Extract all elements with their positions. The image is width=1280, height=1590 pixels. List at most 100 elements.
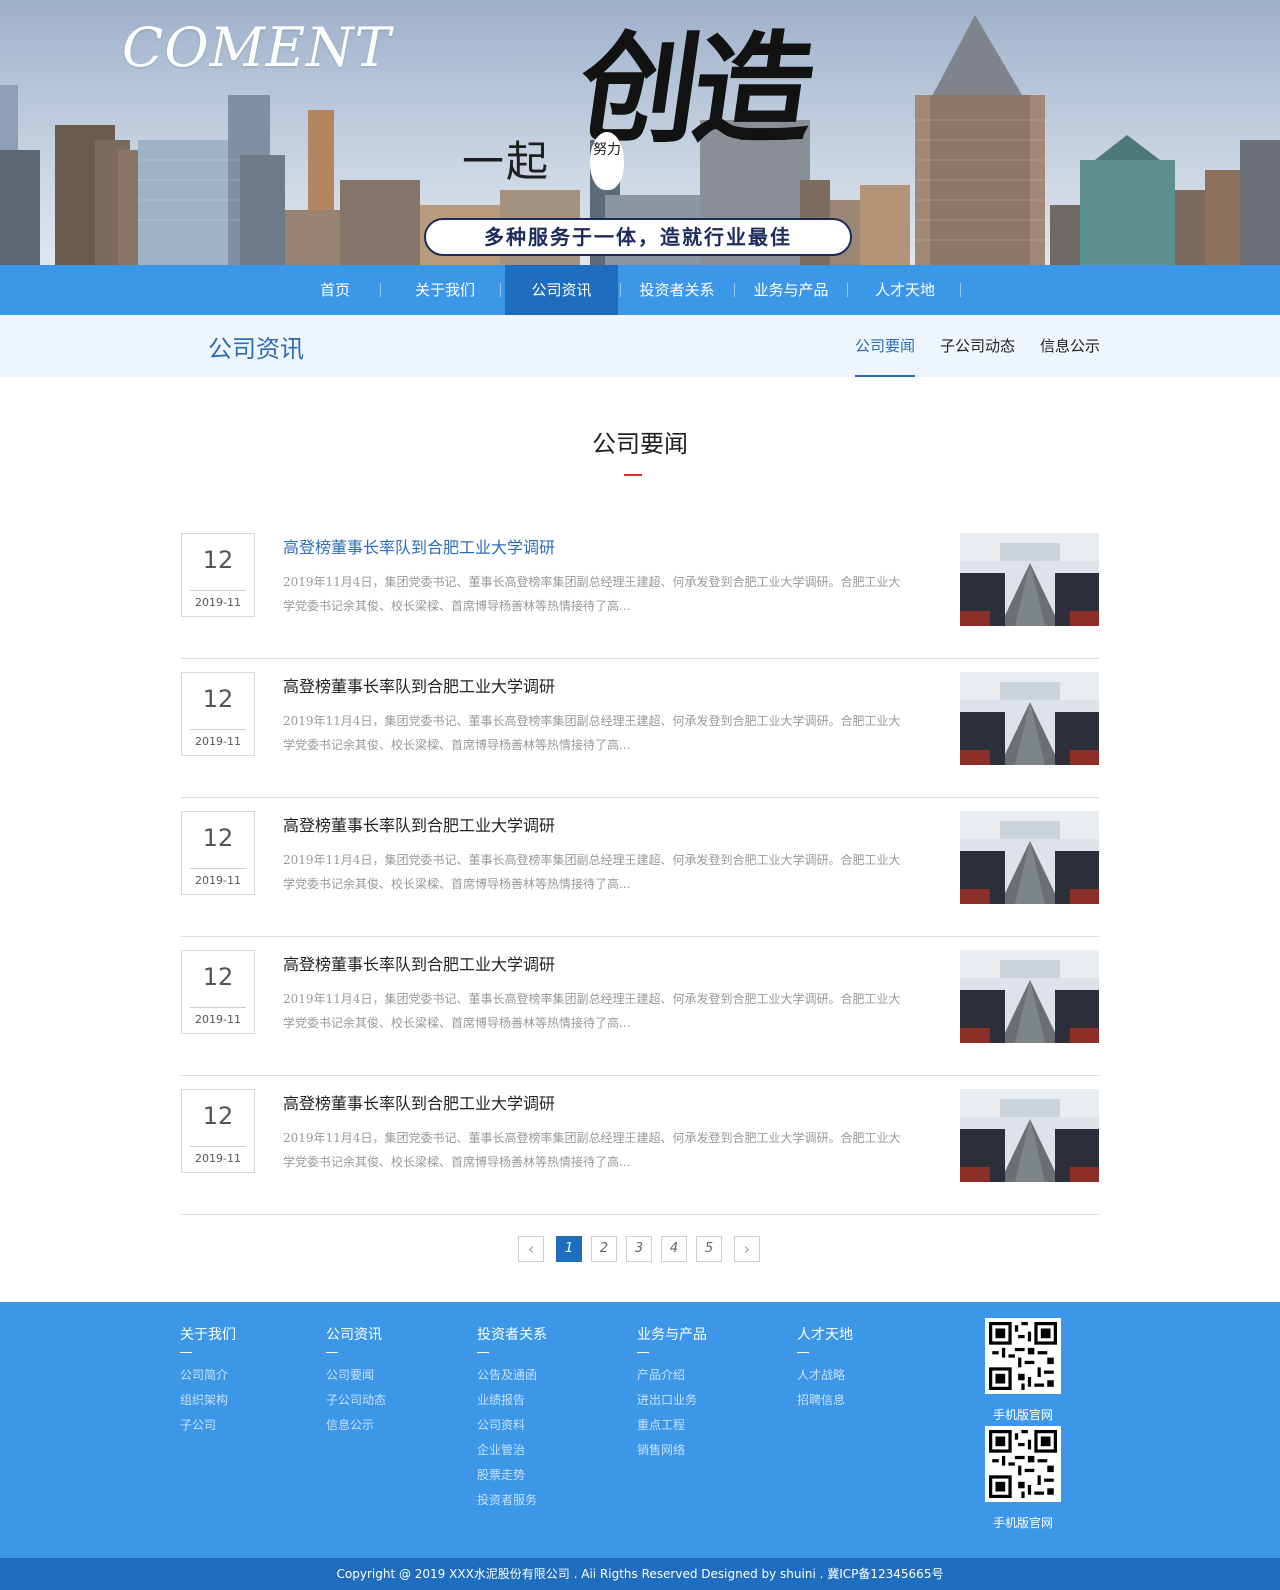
- date-box: 12 2019-11: [181, 533, 255, 617]
- news-summary: 2019年11月4日，集团党委书记、董事长高登榜率集团副总经理王建超、何承发登到…: [283, 853, 901, 891]
- date-year-month: 2019-11: [195, 596, 241, 609]
- sub-header: 公司资讯 公司要闻 子公司动态 信息公示: [0, 315, 1280, 377]
- news-thumbnail-image[interactable]: [960, 533, 1099, 626]
- news-item[interactable]: 12 2019-11 高登榜董事长率队到合肥工业大学调研 2019年11月4日，…: [181, 1076, 1099, 1215]
- news-thumbnail-image[interactable]: [960, 672, 1099, 765]
- footer-column-heading: 业务与产品: [637, 1327, 707, 1343]
- date-box: 12 2019-11: [181, 1089, 255, 1173]
- pagination-page-button[interactable]: 2: [591, 1236, 617, 1262]
- slogan-effort-badge: 努力: [590, 132, 624, 190]
- footer-link[interactable]: 重点工程: [637, 1413, 707, 1438]
- news-item[interactable]: 12 2019-11 高登榜董事长率队到合肥工业大学调研 2019年11月4日，…: [181, 520, 1099, 659]
- footer-link[interactable]: 信息公示: [326, 1413, 386, 1438]
- footer-link[interactable]: 子公司: [180, 1413, 236, 1438]
- pagination-page-button[interactable]: 4: [661, 1236, 687, 1262]
- pagination-prev-button[interactable]: ‹: [518, 1236, 544, 1262]
- footer-heading-rule: [477, 1352, 489, 1353]
- page-title: 公司资讯: [208, 335, 304, 363]
- news-title-link[interactable]: 高登榜董事长率队到合肥工业大学调研: [283, 812, 555, 836]
- date-divider: [190, 590, 246, 591]
- tab-subsidiary-news[interactable]: 子公司动态: [940, 315, 1015, 377]
- date-box: 12 2019-11: [181, 672, 255, 756]
- nav-divider: [380, 283, 381, 297]
- date-day: 12: [202, 1102, 234, 1130]
- date-divider: [190, 1007, 246, 1008]
- footer-link[interactable]: 企业管治: [477, 1438, 547, 1463]
- news-item[interactable]: 12 2019-11 高登榜董事长率队到合肥工业大学调研 2019年11月4日，…: [181, 937, 1099, 1076]
- nav-item-news[interactable]: 公司资讯: [505, 265, 618, 315]
- date-box: 12 2019-11: [181, 950, 255, 1034]
- qr-code-icon: [985, 1426, 1061, 1502]
- brand-logo-text: COMENT: [122, 16, 392, 79]
- footer-link[interactable]: 公司要闻: [326, 1363, 386, 1388]
- news-title-link[interactable]: 高登榜董事长率队到合肥工业大学调研: [283, 673, 555, 697]
- date-year-month: 2019-11: [195, 1152, 241, 1165]
- pagination-page-button[interactable]: 3: [626, 1236, 652, 1262]
- footer-column-about: 关于我们 公司简介 组织架构 子公司: [180, 1326, 236, 1438]
- news-item[interactable]: 12 2019-11 高登榜董事长率队到合肥工业大学调研 2019年11月4日，…: [181, 798, 1099, 937]
- footer-link[interactable]: 公告及通函: [477, 1363, 547, 1388]
- news-list: 12 2019-11 高登榜董事长率队到合肥工业大学调研 2019年11月4日，…: [181, 520, 1099, 1215]
- nav-divider: [620, 283, 621, 297]
- date-day: 12: [202, 824, 234, 852]
- slogan-together: 一起: [462, 137, 551, 186]
- footer-heading-rule: [797, 1352, 809, 1353]
- pagination-page-button[interactable]: 5: [696, 1236, 722, 1262]
- footer-column-talent: 人才天地 人才战略 招聘信息: [797, 1326, 853, 1413]
- qr-code-label: 手机版官网: [992, 1408, 1053, 1422]
- date-day: 12: [202, 546, 234, 574]
- footer-link[interactable]: 投资者服务: [477, 1488, 547, 1513]
- qr-code-label: 手机版官网: [992, 1516, 1053, 1530]
- footer-link[interactable]: 进出口业务: [637, 1388, 707, 1413]
- nav-item-business[interactable]: 业务与产品: [736, 265, 846, 315]
- date-day: 12: [202, 963, 234, 991]
- footer-link[interactable]: 公司简介: [180, 1363, 236, 1388]
- footer-column-heading: 投资者关系: [477, 1327, 547, 1343]
- news-summary: 2019年11月4日，集团党委书记、董事长高登榜率集团副总经理王建超、何承发登到…: [283, 575, 901, 613]
- footer-column-heading: 公司资讯: [326, 1327, 382, 1343]
- footer-link[interactable]: 招聘信息: [797, 1388, 853, 1413]
- news-summary: 2019年11月4日，集团党委书记、董事长高登榜率集团副总经理王建超、何承发登到…: [283, 1131, 901, 1169]
- copyright-bar: Copyright @ 2019 XXX水泥股份有限公司 . Aii Rigth…: [0, 1558, 1280, 1590]
- tab-info-disclosure[interactable]: 信息公示: [1040, 315, 1100, 377]
- pagination-next-button[interactable]: ›: [734, 1236, 760, 1262]
- news-item[interactable]: 12 2019-11 高登榜董事长率队到合肥工业大学调研 2019年11月4日，…: [181, 659, 1099, 798]
- footer-heading-rule: [326, 1352, 338, 1353]
- nav-item-talent[interactable]: 人才天地: [850, 265, 960, 315]
- date-year-month: 2019-11: [195, 874, 241, 887]
- footer-link[interactable]: 组织架构: [180, 1388, 236, 1413]
- pagination-page-button[interactable]: 1: [556, 1236, 582, 1262]
- footer-column-heading: 关于我们: [180, 1327, 236, 1343]
- news-title-link[interactable]: 高登榜董事长率队到合肥工业大学调研: [283, 951, 555, 975]
- date-divider: [190, 868, 246, 869]
- footer-link[interactable]: 人才战略: [797, 1363, 853, 1388]
- nav-item-about[interactable]: 关于我们: [390, 265, 500, 315]
- banner-tagline: 多种服务于一体，造就行业最佳: [424, 218, 852, 256]
- footer-link[interactable]: 公司资料: [477, 1413, 547, 1438]
- header-banner: Allianz COMENT 一起 创造 努力 多种服务于一体，造就行业最佳: [0, 0, 1280, 265]
- footer-link[interactable]: 产品介绍: [637, 1363, 707, 1388]
- news-thumbnail-image[interactable]: [960, 1089, 1099, 1182]
- nav-item-investor[interactable]: 投资者关系: [622, 265, 732, 315]
- nav-divider: [500, 283, 501, 297]
- news-title-link[interactable]: 高登榜董事长率队到合肥工业大学调研: [283, 534, 555, 558]
- footer-link[interactable]: 股票走势: [477, 1463, 547, 1488]
- main-nav: 首页 关于我们 公司资讯 投资者关系 业务与产品 人才天地: [0, 265, 1280, 315]
- date-day: 12: [202, 685, 234, 713]
- qr-code-icon: [985, 1318, 1061, 1394]
- date-divider: [190, 1146, 246, 1147]
- nav-item-home[interactable]: 首页: [290, 265, 380, 315]
- footer-column-news: 公司资讯 公司要闻 子公司动态 信息公示: [326, 1326, 386, 1438]
- news-title-link[interactable]: 高登榜董事长率队到合肥工业大学调研: [283, 1090, 555, 1114]
- footer-column-investor: 投资者关系 公告及通函 业绩报告 公司资料 企业管治 股票走势 投资者服务: [477, 1326, 547, 1513]
- nav-divider: [960, 283, 961, 297]
- footer-link[interactable]: 业绩报告: [477, 1388, 547, 1413]
- footer-link[interactable]: 销售网络: [637, 1438, 707, 1463]
- footer-link[interactable]: 子公司动态: [326, 1388, 386, 1413]
- footer-heading-rule: [180, 1352, 192, 1353]
- news-thumbnail-image[interactable]: [960, 811, 1099, 904]
- site-footer: 关于我们 公司简介 组织架构 子公司 公司资讯 公司要闻 子公司动态 信息公示 …: [0, 1302, 1280, 1558]
- news-thumbnail-image[interactable]: [960, 950, 1099, 1043]
- footer-column-business: 业务与产品 产品介绍 进出口业务 重点工程 销售网络: [637, 1326, 707, 1463]
- tab-company-news[interactable]: 公司要闻: [855, 315, 916, 377]
